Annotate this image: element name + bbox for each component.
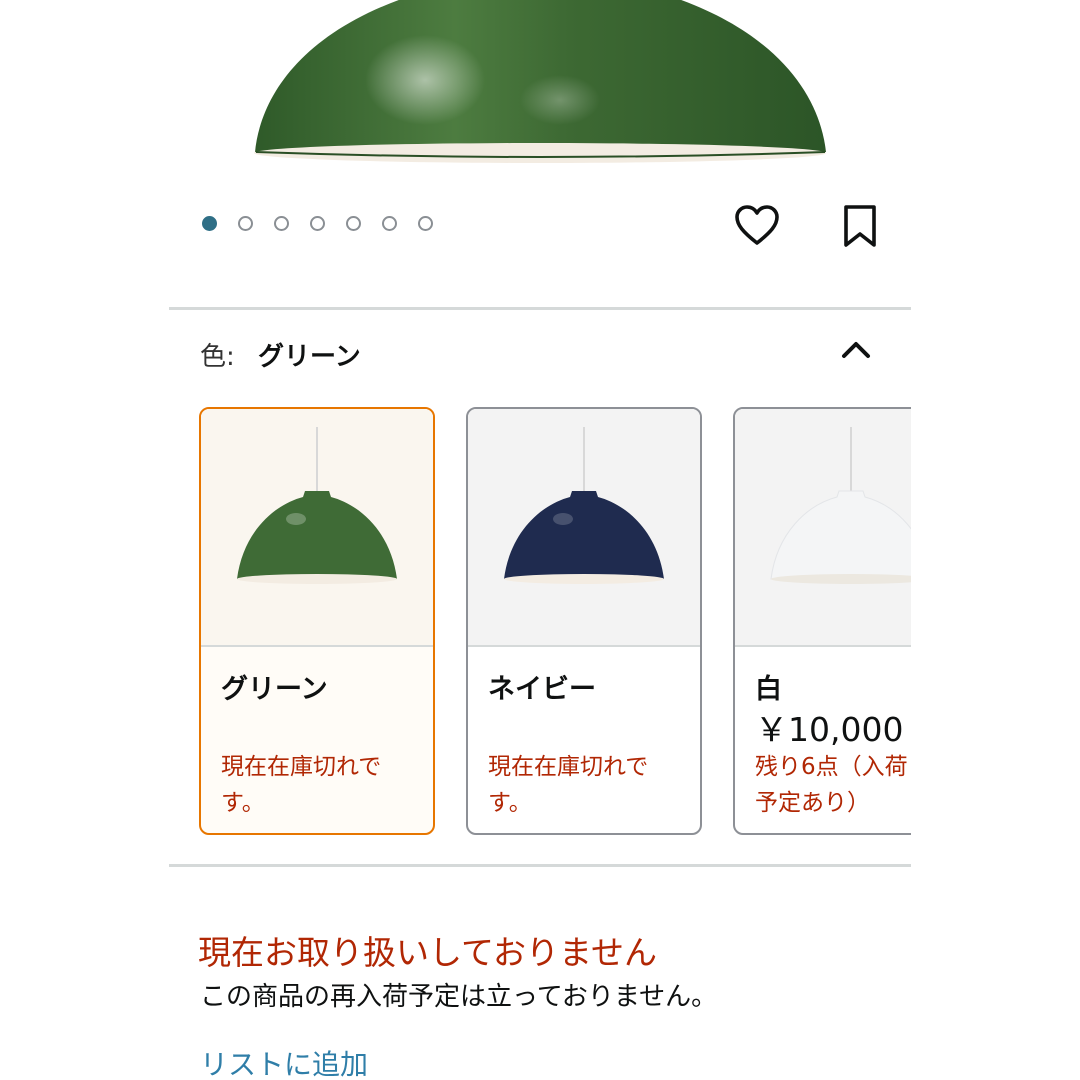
- color-selector-header[interactable]: 色: グリーン: [200, 336, 880, 376]
- section-divider: [169, 864, 911, 867]
- color-swatch-green[interactable]: グリーン 現在在庫切れです。: [199, 407, 435, 835]
- add-to-list-link[interactable]: リストに追加: [200, 1043, 368, 1080]
- swatch-image: [735, 409, 911, 647]
- restock-note: この商品の再入荷予定は立っておりません。: [200, 982, 718, 1012]
- swatch-price: ￥10,000: [755, 710, 904, 749]
- image-carousel-dots: [202, 216, 433, 231]
- heart-outline-icon: [735, 205, 779, 245]
- swatch-color-name: 白: [755, 674, 782, 705]
- carousel-dot[interactable]: [382, 216, 397, 231]
- swatch-image: [468, 409, 700, 647]
- color-swatch-white[interactable]: 白 ￥10,000 残り6点（入荷予定あり）: [733, 407, 911, 835]
- swatch-stock-status: 残り6点（入荷予定あり）: [755, 754, 908, 816]
- swatch-stock-status: 現在在庫切れです。: [488, 754, 649, 816]
- pendant-lamp-green-image: [237, 427, 397, 584]
- bookmark-button[interactable]: [840, 203, 880, 249]
- pendant-lamp-navy-image: [504, 427, 664, 584]
- carousel-dot[interactable]: [346, 216, 361, 231]
- wishlist-heart-button[interactable]: [733, 203, 781, 249]
- color-swatch-list[interactable]: グリーン 現在在庫切れです。 ネイビー 現在在庫切れです。 白 ￥10,000 …: [198, 406, 911, 838]
- swatch-color-name: グリーン: [221, 674, 328, 705]
- swatch-image: [201, 409, 433, 647]
- pendant-lamp-hero: [254, 0, 826, 163]
- carousel-dot[interactable]: [202, 216, 217, 231]
- section-divider: [169, 307, 911, 310]
- selected-color-value: グリーン: [258, 342, 361, 372]
- chevron-up-icon[interactable]: [838, 336, 874, 362]
- carousel-dot[interactable]: [238, 216, 253, 231]
- swatch-stock-status: 現在在庫切れです。: [221, 754, 382, 816]
- pendant-lamp-white-image: [770, 427, 911, 584]
- color-label: 色:: [200, 342, 235, 372]
- swatch-color-name: ネイビー: [488, 674, 596, 705]
- carousel-dot[interactable]: [418, 216, 433, 231]
- product-page: 色: グリーン グリーン 現在在庫切れです。 ネイビー 現在在庫切れです。 白 …: [0, 0, 1080, 1080]
- bookmark-outline-icon: [844, 205, 876, 247]
- availability-headline: 現在お取り扱いしておりません: [198, 933, 658, 972]
- color-swatch-navy[interactable]: ネイビー 現在在庫切れです。: [466, 407, 702, 835]
- carousel-dot[interactable]: [310, 216, 325, 231]
- product-image[interactable]: [0, 0, 1080, 200]
- carousel-dot[interactable]: [274, 216, 289, 231]
